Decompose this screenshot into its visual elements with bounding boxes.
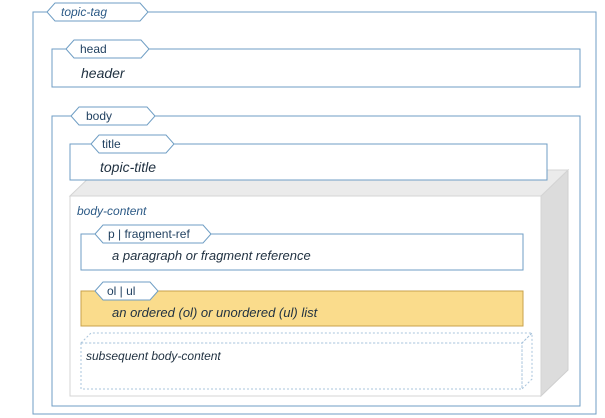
head-tab xyxy=(65,39,150,59)
paragraph-content: a paragraph or fragment reference xyxy=(112,248,311,263)
head-content: header xyxy=(81,65,125,81)
body-content-label: body-content xyxy=(77,204,147,218)
title-tab-label: title xyxy=(102,137,121,151)
list-content: an ordered (ol) or unordered (ul) list xyxy=(112,305,318,320)
body-tab-label: body xyxy=(86,109,113,123)
body-tab xyxy=(70,106,156,126)
subsequent-content: subsequent body-content xyxy=(86,349,221,363)
topic-tag-label: topic-tag xyxy=(61,5,108,19)
head-tab-label: head xyxy=(80,42,107,56)
body-content-box-side xyxy=(540,168,569,398)
title-content: topic-title xyxy=(100,159,157,175)
paragraph-tab-label: p | fragment-ref xyxy=(108,227,190,241)
list-tab-label: ol | ul xyxy=(107,284,136,298)
